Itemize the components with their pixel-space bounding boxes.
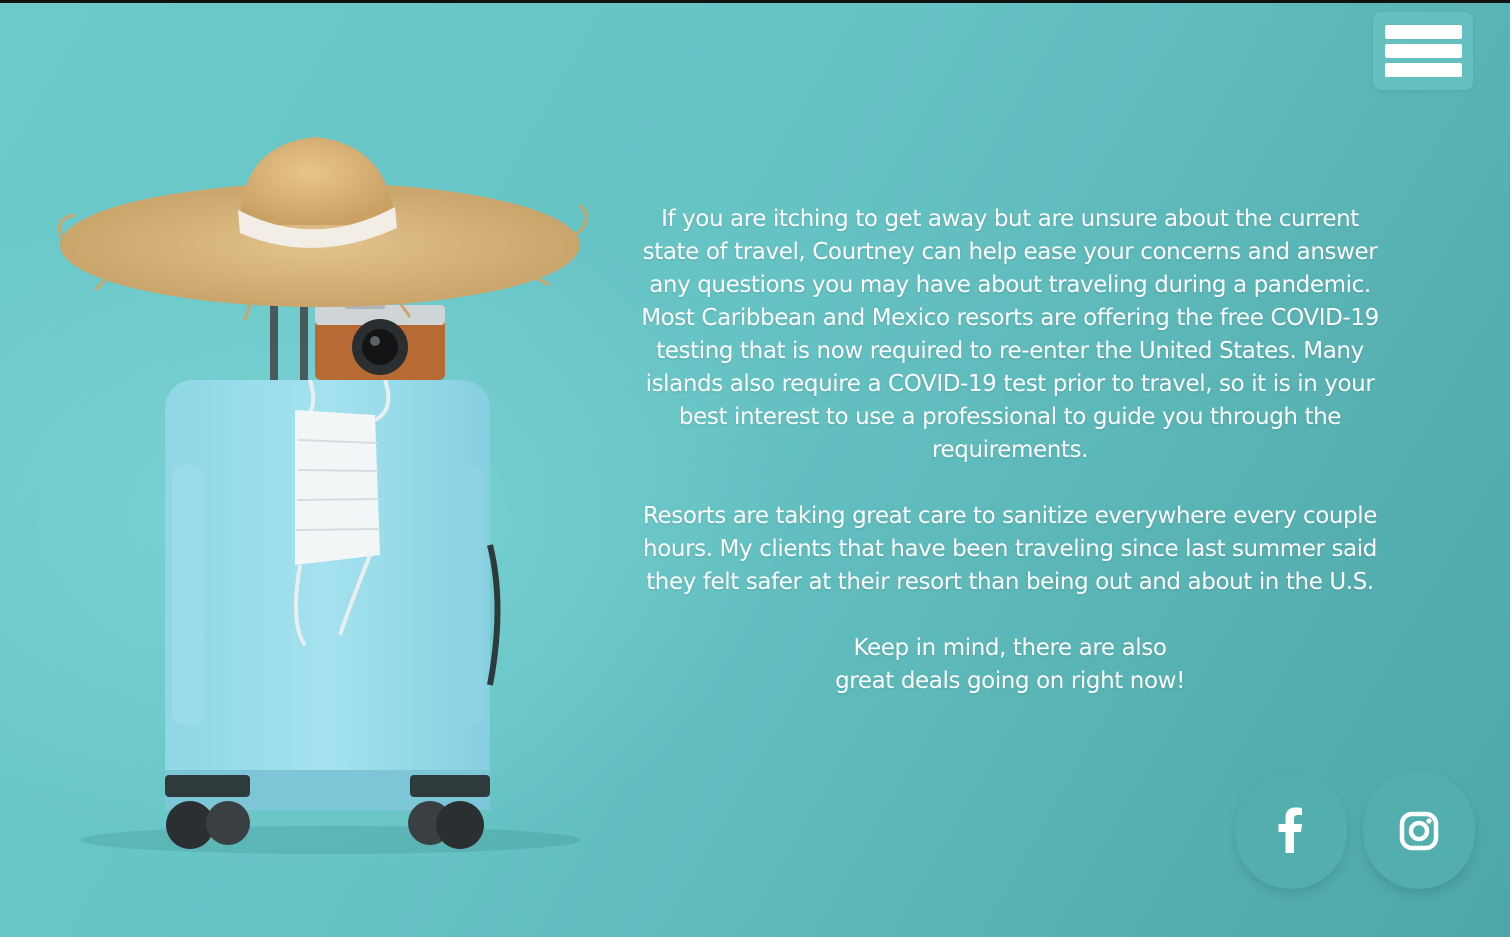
top-border: [0, 0, 1510, 3]
menu-button[interactable]: [1373, 12, 1473, 90]
instagram-icon: [1399, 811, 1439, 851]
deals-line-2: great deals going on right now!: [835, 668, 1185, 694]
instagram-button[interactable]: [1363, 771, 1475, 889]
facebook-icon: [1278, 807, 1302, 853]
intro-paragraph: If you are itching to get away but are u…: [641, 206, 1379, 463]
main-content: If you are itching to get away but are u…: [620, 203, 1400, 731]
deals-line-1: Keep in mind, there are also: [853, 635, 1167, 661]
facebook-button[interactable]: [1235, 771, 1347, 889]
suitcase-travel-image: [57, 137, 588, 854]
resorts-paragraph: Resorts are taking great care to sanitiz…: [642, 503, 1378, 595]
deals-paragraph: Keep in mind, there are also great deals…: [620, 632, 1400, 698]
